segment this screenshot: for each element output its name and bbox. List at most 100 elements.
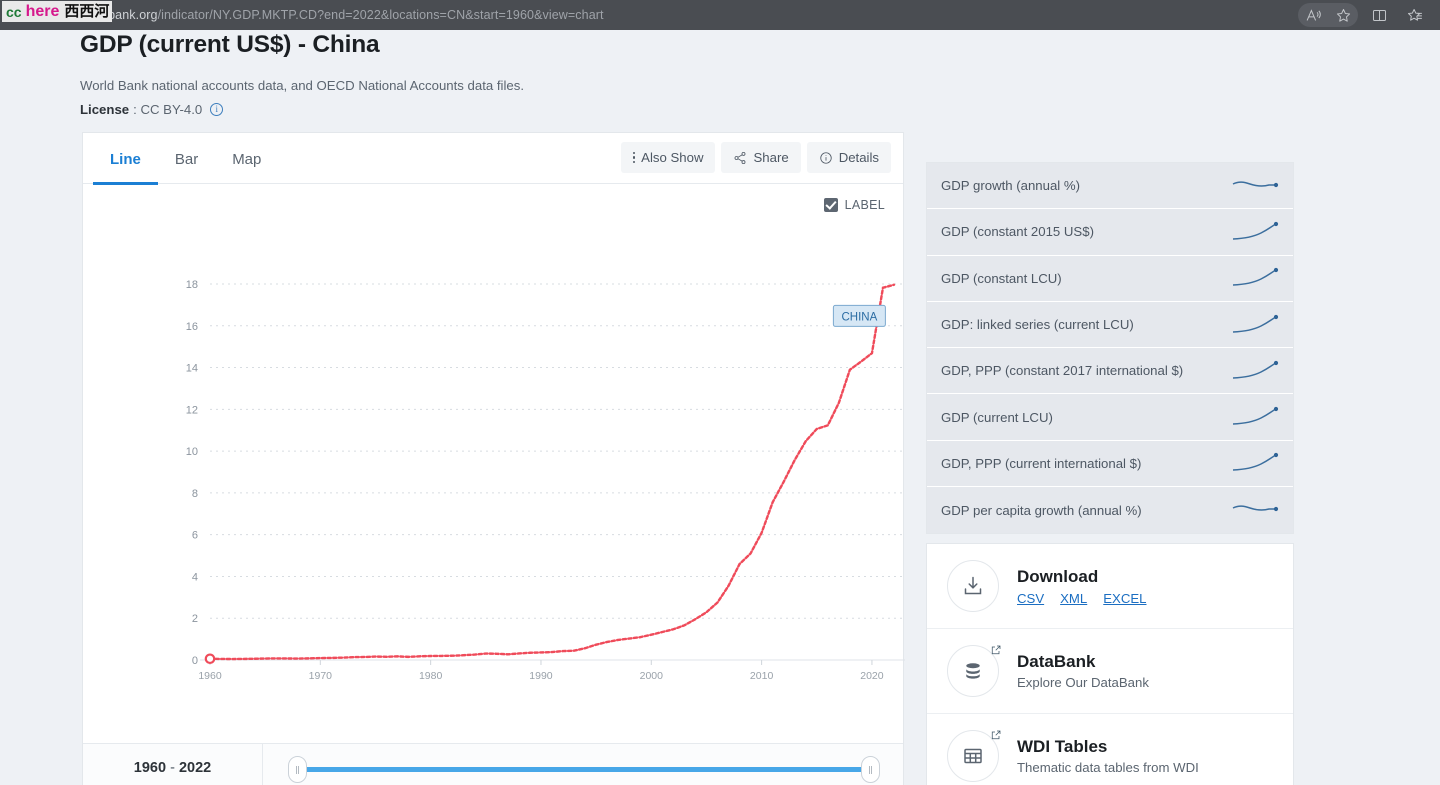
- svg-text:8: 8: [192, 488, 198, 500]
- svg-text:1980: 1980: [419, 670, 443, 682]
- databank-text-block: DataBank Explore Our DataBank: [1017, 652, 1149, 690]
- license-info-icon[interactable]: i: [210, 103, 224, 116]
- details-label: Details: [838, 150, 879, 165]
- address-bar[interactable]: https://data.wordbank.org/indicator/NY.G…: [0, 0, 1200, 30]
- indicator-row[interactable]: GDP (current LCU): [927, 394, 1293, 441]
- slider-track[interactable]: [295, 767, 873, 772]
- slider-handle-start[interactable]: [288, 756, 307, 783]
- svg-text:1990: 1990: [529, 670, 553, 682]
- vertical-dots-icon: [632, 151, 636, 164]
- indicator-row[interactable]: GDP, PPP (current international $): [927, 440, 1293, 488]
- favorite-star-icon[interactable]: [1328, 3, 1358, 27]
- chart-toolbar: Also Show Share Details: [620, 142, 891, 173]
- split-screen-icon[interactable]: [1364, 3, 1394, 27]
- indicator-label: GDP (current LCU): [941, 409, 1053, 425]
- download-text-block: Download CSV XML EXCEL: [1017, 567, 1147, 606]
- svg-text:1970: 1970: [309, 670, 333, 682]
- download-csv-link[interactable]: CSV: [1017, 591, 1044, 606]
- databank-title: DataBank: [1017, 652, 1096, 671]
- external-link-icon: [990, 643, 1002, 661]
- share-label: Share: [753, 150, 789, 165]
- watermark-here: here: [25, 2, 60, 20]
- year-range-text: 1960 - 2022: [83, 744, 263, 785]
- svg-text:CHINA: CHINA: [841, 311, 877, 323]
- svg-text:6: 6: [192, 530, 198, 542]
- chart-plot-area: LABEL 0 2 4 6 8 10 12 14 16 18 1960 1970 1980 1990 200…: [83, 184, 905, 744]
- related-indicators-list: GDP growth (annual %) GDP (constant 2015 …: [926, 162, 1294, 535]
- indicator-sparkline: [1232, 314, 1279, 333]
- svg-text:2: 2: [192, 613, 198, 625]
- tab-line[interactable]: Line: [93, 133, 158, 185]
- chart-card: Line Bar Map Also Show Share Details LAB…: [82, 132, 905, 785]
- watermark-overlay: cc here 西西河: [2, 1, 113, 22]
- indicator-row[interactable]: GDP growth (annual %): [927, 163, 1293, 210]
- year-range-slider-row: 1960 - 2022: [83, 743, 903, 785]
- line-chart-svg: 0 2 4 6 8 10 12 14 16 18 1960 1970 1980 1990 2000 2010 2…: [186, 279, 905, 682]
- browser-toolbar: https://data.wordbank.org/indicator/NY.G…: [0, 0, 1440, 30]
- indicator-label: GDP: linked series (current LCU): [941, 317, 1134, 333]
- tab-bar[interactable]: Bar: [158, 133, 215, 184]
- svg-text:0: 0: [192, 655, 198, 667]
- svg-text:10: 10: [186, 446, 198, 458]
- url-path: /indicator/NY.GDP.MKTP.CD?end=2022&locat…: [157, 8, 604, 22]
- indicator-label: GDP, PPP (constant 2017 international $): [941, 363, 1184, 379]
- collections-icon[interactable]: [1400, 3, 1430, 27]
- svg-text:4: 4: [192, 571, 198, 583]
- range-dash: -: [170, 760, 175, 776]
- slider-track-wrap[interactable]: [263, 744, 903, 785]
- browser-action-icons: [1298, 0, 1430, 30]
- indicator-row[interactable]: GDP per capita growth (annual %): [927, 487, 1293, 534]
- indicator-label: GDP growth (annual %): [941, 178, 1081, 194]
- svg-text:18: 18: [186, 279, 198, 291]
- svg-text:2010: 2010: [750, 670, 774, 682]
- indicator-label: GDP (constant 2015 US$): [941, 224, 1094, 240]
- also-show-button[interactable]: Also Show: [620, 142, 716, 173]
- external-link-icon: [990, 728, 1002, 746]
- range-start-year: 1960: [133, 760, 167, 776]
- wdi-subtitle: Thematic data tables from WDI: [1017, 760, 1199, 775]
- indicator-row[interactable]: GDP (constant 2015 US$): [927, 209, 1293, 256]
- download-title: Download: [1017, 566, 1099, 586]
- download-xml-link[interactable]: XML: [1060, 591, 1087, 606]
- svg-text:2020: 2020: [860, 670, 884, 682]
- license-line: License : CC BY-4.0 i: [80, 102, 224, 117]
- share-icon: [735, 151, 746, 164]
- license-value: : CC BY-4.0: [133, 102, 203, 117]
- also-show-label: Also Show: [641, 150, 704, 165]
- indicator-row[interactable]: GDP (constant LCU): [927, 255, 1293, 302]
- databank-row[interactable]: DataBank Explore Our DataBank: [927, 629, 1293, 714]
- download-row[interactable]: Download CSV XML EXCEL: [927, 544, 1293, 629]
- indicator-sparkline: [1232, 505, 1279, 512]
- indicator-row[interactable]: GDP, PPP (constant 2017 international $): [927, 348, 1293, 395]
- svg-text:16: 16: [186, 321, 198, 333]
- indicator-label: GDP, PPP (current international $): [941, 455, 1142, 471]
- details-button[interactable]: Details: [806, 142, 891, 173]
- download-icon-wrap: [947, 560, 999, 612]
- indicator-sparkline: [1232, 181, 1279, 187]
- download-icon: [947, 560, 999, 612]
- databank-subtitle: Explore Our DataBank: [1017, 675, 1149, 690]
- range-end-year: 2022: [178, 760, 212, 776]
- indicator-row[interactable]: GDP: linked series (current LCU): [927, 301, 1293, 349]
- indicator-label: GDP (constant LCU): [941, 270, 1062, 286]
- watermark-cc: cc: [6, 3, 22, 20]
- databank-icon-wrap: [947, 643, 1002, 697]
- indicator-sparkline: [1232, 453, 1279, 472]
- download-links: CSV XML EXCEL: [1017, 591, 1147, 606]
- svg-text:2000: 2000: [640, 670, 664, 682]
- wdi-text-block: WDI Tables Thematic data tables from WDI: [1017, 737, 1199, 775]
- license-label: License: [80, 102, 130, 117]
- indicator-label: GDP per capita growth (annual %): [941, 502, 1142, 518]
- svg-text:1960: 1960: [198, 670, 222, 682]
- wdi-tables-row[interactable]: WDI Tables Thematic data tables from WDI: [927, 714, 1293, 785]
- indicator-sparkline: [1232, 221, 1279, 240]
- share-button[interactable]: Share: [721, 142, 801, 173]
- read-aloud-icon[interactable]: [1298, 3, 1328, 27]
- tab-map[interactable]: Map: [215, 133, 278, 184]
- chart-view-tabs: Line Bar Map Also Show Share Details: [83, 133, 903, 185]
- slider-handle-end[interactable]: [861, 756, 880, 783]
- data-source-text: World Bank national accounts data, and O…: [80, 78, 524, 93]
- download-excel-link[interactable]: EXCEL: [1103, 591, 1146, 606]
- svg-text:14: 14: [186, 363, 198, 375]
- actions-card: Download CSV XML EXCEL DataBank Explore: [926, 543, 1294, 785]
